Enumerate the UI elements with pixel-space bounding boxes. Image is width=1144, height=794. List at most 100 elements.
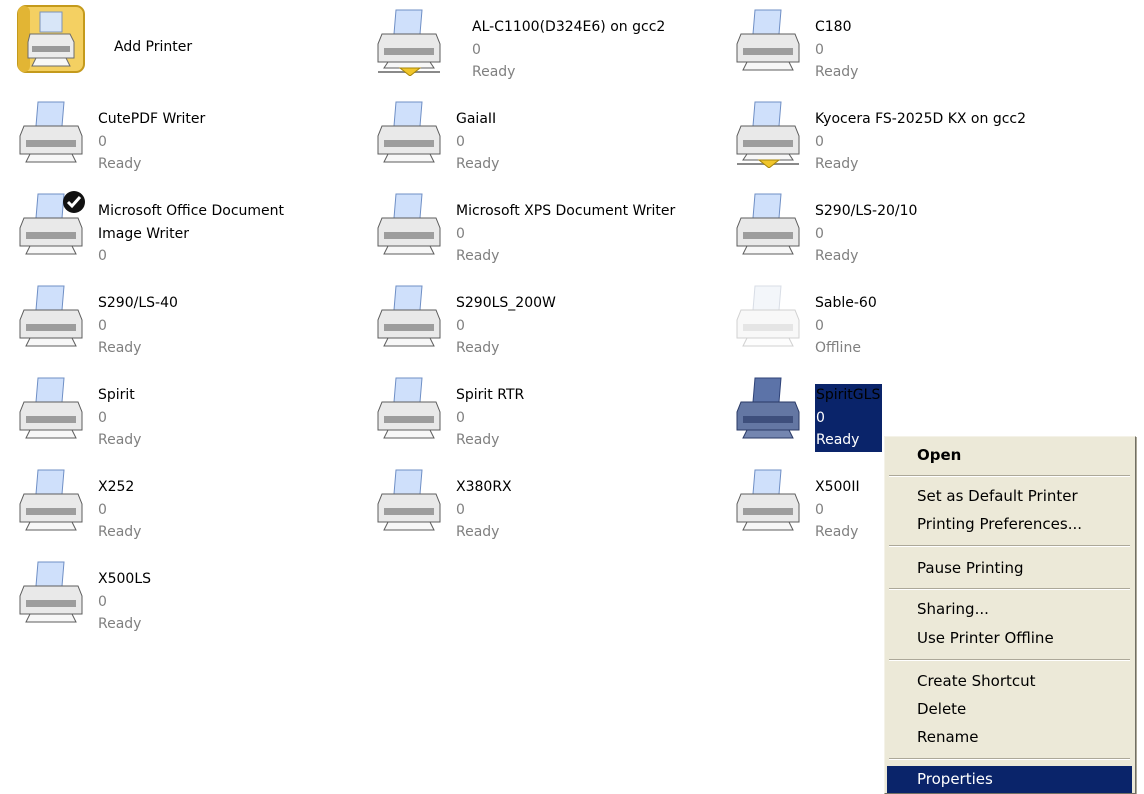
menu-item-set-default-printer[interactable]: Set as Default Printer: [887, 483, 1132, 510]
menu-item-delete[interactable]: Delete: [887, 696, 1132, 723]
printer-name: S290/LS-40: [98, 295, 178, 311]
selected-label: SpiritGLS 0 Ready: [815, 384, 883, 452]
menu-item-use-printer-offline[interactable]: Use Printer Offline: [887, 625, 1132, 652]
printer-name: C180: [815, 19, 852, 35]
printer-doc-count: 0: [456, 317, 465, 334]
printer-icon: [377, 101, 441, 163]
network-printer-icon: [377, 9, 441, 76]
printer-doc-count: 0: [456, 501, 465, 518]
printer-status: Ready: [815, 156, 859, 172]
printer-status: Ready: [456, 524, 500, 540]
printer-status: Ready: [456, 156, 500, 172]
printer-status: Ready: [456, 340, 500, 356]
printer-name: AL-C1100(D324E6) on gcc2: [472, 19, 666, 35]
add-printer-icon: [17, 5, 85, 73]
printer-status: Ready: [472, 64, 516, 80]
printer-name: S290LS_200W: [456, 295, 556, 311]
printer-status: Ready: [98, 156, 142, 172]
menu-separator: [889, 475, 1130, 477]
printer-icon: [19, 561, 83, 623]
printer-doc-count: 0: [98, 248, 107, 264]
menu-item-printing-preferences[interactable]: Printing Preferences...: [887, 511, 1132, 538]
printer-item-sable-60[interactable]: Sable-60 0 Offline: [733, 280, 1073, 360]
printer-status: Ready: [815, 248, 859, 264]
printer-doc-count: 0: [815, 225, 824, 242]
printer-doc-count: 0: [98, 593, 107, 610]
printer-icon: [19, 469, 83, 531]
offline-printer-icon: [736, 285, 800, 347]
printer-item-x500ls[interactable]: X500LS 0 Ready: [16, 556, 356, 636]
menu-item-properties[interactable]: Properties: [887, 766, 1132, 793]
printer-item-kyocera[interactable]: Kyocera FS-2025D KX on gcc2 0 Ready: [733, 96, 1073, 176]
printer-icon: [19, 101, 83, 163]
printer-doc-count: 0: [815, 317, 824, 334]
printer-icon: [377, 285, 441, 347]
printer-name: CutePDF Writer: [98, 111, 206, 127]
printer-item-al-c1100[interactable]: AL-C1100(D324E6) on gcc2 0 Ready: [374, 4, 714, 84]
printer-name: Add Printer: [114, 39, 193, 55]
printer-name: X380RX: [456, 479, 512, 495]
printer-status: Ready: [815, 64, 859, 80]
printer-icon: [19, 285, 83, 347]
printer-name: GaiaII: [456, 111, 497, 127]
printer-icon: [736, 193, 800, 255]
default-printer-icon: [19, 191, 85, 255]
printer-doc-count: 0: [98, 317, 107, 334]
printer-doc-count: 0: [815, 41, 824, 58]
menu-item-create-shortcut[interactable]: Create Shortcut: [887, 668, 1132, 695]
menu-separator: [889, 545, 1130, 547]
printer-status: Offline: [815, 340, 861, 356]
printer-item-x252[interactable]: X252 0 Ready: [16, 464, 356, 544]
printer-name: Sable-60: [815, 295, 877, 311]
printer-status: Ready: [456, 248, 500, 264]
printer-status: Ready: [456, 432, 500, 448]
printer-icon: [736, 9, 800, 71]
printer-doc-count: 0: [816, 409, 825, 426]
printer-name: Spirit: [98, 387, 135, 403]
printer-name: X252: [98, 479, 135, 495]
printer-item-office-doc-image-writer[interactable]: Microsoft Office Document Image Writer 0: [16, 188, 356, 268]
printer-status: Ready: [816, 432, 860, 448]
printer-name: Kyocera FS-2025D KX on gcc2: [815, 111, 1027, 127]
menu-separator: [889, 659, 1130, 661]
menu-separator: [889, 758, 1130, 760]
printer-item-spirit[interactable]: Spirit 0 Ready: [16, 372, 356, 452]
printer-status: Ready: [98, 616, 142, 632]
printer-doc-count: 0: [815, 133, 824, 150]
printer-doc-count: 0: [98, 133, 107, 150]
printer-item-xps-writer[interactable]: Microsoft XPS Document Writer 0 Ready: [374, 188, 714, 268]
printer-item-c180[interactable]: C180 0 Ready: [733, 4, 1073, 84]
printer-item-gaiaii[interactable]: GaiaII 0 Ready: [374, 96, 714, 176]
printer-item-s290-ls-40[interactable]: S290/LS-40 0 Ready: [16, 280, 356, 360]
printer-icon: [377, 469, 441, 531]
printer-item-add-printer[interactable]: Add Printer: [16, 4, 356, 84]
printer-item-x500ii[interactable]: X500II 0 Ready: [733, 464, 873, 544]
network-printer-icon: [736, 101, 800, 168]
printer-doc-count: 0: [456, 133, 465, 150]
printer-item-s290ls-200w[interactable]: S290LS_200W 0 Ready: [374, 280, 714, 360]
printer-item-cutepdf[interactable]: CutePDF Writer 0 Ready: [16, 96, 356, 176]
printer-name: X500II: [815, 479, 860, 495]
printer-name: SpiritGLS: [816, 387, 881, 403]
menu-item-pause-printing[interactable]: Pause Printing: [887, 555, 1132, 582]
context-menu: Open Set as Default Printer Printing Pre…: [884, 436, 1136, 794]
printer-name: Microsoft XPS Document Writer: [456, 203, 676, 219]
printer-icon: [377, 377, 441, 439]
printer-name: X500LS: [98, 571, 151, 587]
printer-doc-count: 0: [98, 501, 107, 518]
printer-doc-count: 0: [815, 501, 824, 518]
printer-doc-count: 0: [472, 41, 481, 58]
printer-name: S290/LS-20/10: [815, 203, 918, 219]
menu-item-rename[interactable]: Rename: [887, 724, 1132, 751]
printer-item-spirit-rtr[interactable]: Spirit RTR 0 Ready: [374, 372, 714, 452]
printer-status: Ready: [815, 524, 859, 540]
printer-icon: [19, 377, 83, 439]
printer-doc-count: 0: [456, 225, 465, 242]
selected-printer-icon: [736, 377, 800, 439]
printer-item-s290-ls-20-10[interactable]: S290/LS-20/10 0 Ready: [733, 188, 1073, 268]
menu-item-open[interactable]: Open: [887, 442, 1132, 469]
menu-separator: [889, 588, 1130, 590]
printer-item-x380rx[interactable]: X380RX 0 Ready: [374, 464, 714, 544]
menu-item-sharing[interactable]: Sharing...: [887, 596, 1132, 623]
printer-icon: [377, 193, 441, 255]
